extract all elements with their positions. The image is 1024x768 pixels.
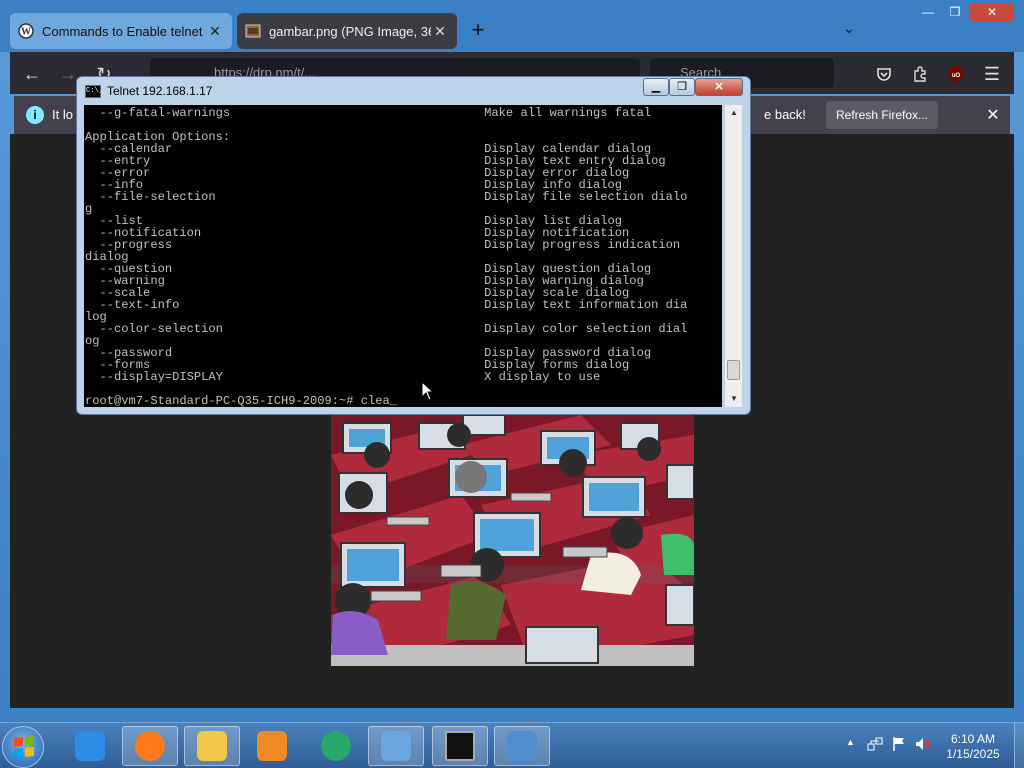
firefox-icon (135, 731, 165, 761)
tab-gambar-png[interactable]: gambar.png (PNG Image, 367 × ✕ (237, 13, 457, 49)
windows-logo-icon (14, 735, 34, 759)
tab-commands-telnet[interactable]: W Commands to Enable telnet cli ✕ (10, 13, 232, 49)
telnet-window-title: Telnet 192.168.1.17 (107, 84, 213, 98)
terminal-text: --g-fatal-warnings Make all warnings fat… (85, 106, 688, 407)
show-desktop-button[interactable] (1014, 723, 1024, 768)
scrollbar-thumb[interactable] (727, 360, 740, 380)
scroll-up-arrow-icon[interactable]: ▲ (725, 105, 743, 121)
tab-label: Commands to Enable telnet cli (42, 23, 206, 39)
terminal-scrollbar[interactable]: ▲ ▼ (724, 105, 742, 407)
notification-message: It lo (52, 107, 73, 122)
telnet-close-button[interactable]: ✕ (695, 78, 743, 96)
maximize-button[interactable]: ❐ (942, 4, 968, 22)
list-all-tabs-button[interactable]: ⌄ (838, 20, 860, 40)
taskbar: ▲ 6:10 AM 1/15/2025 (0, 722, 1024, 768)
file-explorer-icon (197, 731, 227, 761)
taskbar-edge-like-button[interactable] (308, 726, 364, 766)
telnet-console-window: C:\_ Telnet 192.168.1.17 ▁ ❐ ✕ --g-fatal… (76, 76, 751, 415)
call-center-cartoon-image (331, 415, 694, 666)
taskbar-control-panel-button[interactable] (368, 726, 424, 766)
refresh-firefox-button[interactable]: Refresh Firefox... (826, 101, 938, 129)
close-notification-icon[interactable]: ✕ (984, 105, 1002, 125)
mouse-cursor-icon (421, 381, 433, 401)
info-icon: i (26, 106, 44, 124)
telnet-maximize-button[interactable]: ❐ (669, 78, 695, 96)
network-icon[interactable] (866, 735, 884, 753)
taskbar-media-player-button[interactable] (244, 726, 300, 766)
action-center-flag-icon[interactable] (890, 735, 908, 753)
close-window-button[interactable]: ✕ (970, 4, 1014, 22)
taskbar-internet-explorer-button[interactable] (62, 726, 118, 766)
telnet-minimize-button[interactable]: ▁ (643, 78, 669, 96)
new-tab-button[interactable]: + (466, 18, 490, 42)
start-button[interactable] (2, 726, 44, 768)
taskbar-command-prompt-button[interactable] (432, 726, 488, 766)
terminal-output[interactable]: --g-fatal-warnings Make all warnings fat… (84, 105, 722, 407)
clock-time: 6:10 AM (950, 732, 996, 746)
extensions-icon[interactable] (906, 60, 934, 88)
scroll-down-arrow-icon[interactable]: ▼ (725, 391, 743, 407)
wordpress-icon: W (18, 23, 34, 39)
command-prompt-icon (445, 731, 475, 761)
notification-message-end: e back! (764, 107, 806, 122)
clock-date: 1/15/2025 (946, 747, 1000, 761)
internet-explorer-icon (75, 731, 105, 761)
svg-text:uO: uO (952, 73, 961, 79)
image-icon (245, 23, 261, 39)
pocket-icon[interactable] (870, 60, 898, 88)
minimize-button[interactable]: — (914, 4, 942, 22)
close-tab-icon[interactable]: ✕ (431, 23, 449, 40)
menu-icon[interactable]: ☰ (978, 60, 1006, 88)
volume-muted-icon[interactable] (914, 735, 932, 753)
show-hidden-icons-arrow[interactable]: ▲ (846, 737, 855, 747)
taskbar-network-button[interactable] (494, 726, 550, 766)
back-arrow-icon[interactable]: ← (18, 60, 46, 88)
edge-like-icon (321, 731, 351, 761)
taskbar-firefox-button[interactable] (122, 726, 178, 766)
clock[interactable]: 6:10 AM 1/15/2025 (938, 732, 1008, 762)
network-icon (507, 731, 537, 761)
tab-strip: W Commands to Enable telnet cli ✕ gambar… (0, 0, 1024, 52)
taskbar-file-explorer-button[interactable] (184, 726, 240, 766)
ublock-origin-icon[interactable]: uO (942, 60, 970, 88)
close-tab-icon[interactable]: ✕ (206, 23, 224, 40)
command-prompt-icon: C:\_ (85, 85, 103, 98)
media-player-icon (257, 731, 287, 761)
tab-label: gambar.png (PNG Image, 367 × (269, 23, 431, 39)
control-panel-icon (381, 731, 411, 761)
svg-text:W: W (21, 27, 31, 38)
